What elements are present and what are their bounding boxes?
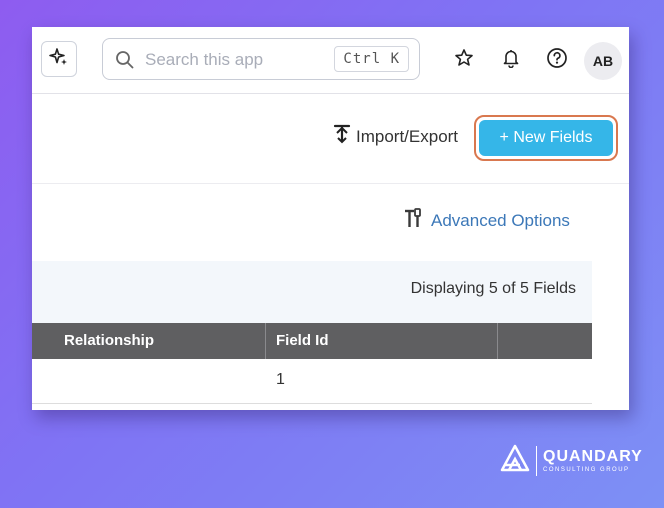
search-placeholder: Search this app — [145, 50, 264, 69]
logo-divider — [536, 445, 537, 476]
star-icon — [454, 48, 474, 73]
help-icon — [546, 47, 568, 74]
page-toolbar: Import/Export + New Fields — [32, 93, 629, 184]
import-export-icon — [332, 123, 352, 150]
help-button[interactable] — [544, 47, 570, 73]
import-export-label: Import/Export — [356, 126, 459, 146]
sparkle-icon — [49, 47, 69, 72]
logo-text: QUANDARY CONSULTING GROUP — [543, 447, 643, 473]
brand-tagline: CONSULTING GROUP — [543, 466, 630, 473]
user-avatar[interactable]: AB — [584, 42, 622, 80]
import-export-button[interactable]: Import/Export — [332, 123, 458, 150]
new-fields-button[interactable]: + New Fields — [479, 120, 613, 156]
advanced-options-link[interactable]: Advanced Options — [403, 207, 570, 234]
column-header-empty — [498, 323, 592, 359]
column-header-relationship[interactable]: Relationship — [32, 323, 266, 359]
bell-icon — [501, 48, 521, 73]
results-info-bar: Displaying 5 of 5 Fields — [32, 261, 592, 323]
display-count: Displaying 5 of 5 Fields — [410, 280, 576, 297]
avatar-initials: AB — [592, 53, 614, 69]
app-window: Search this app Ctrl K AB Import/Export … — [32, 27, 629, 410]
top-bar: Search this app Ctrl K AB — [32, 27, 629, 94]
favorite-button[interactable] — [451, 47, 477, 73]
brand-name: QUANDARY — [543, 447, 643, 465]
table-row[interactable]: 1 — [32, 359, 592, 404]
ai-assistant-button[interactable] — [41, 41, 77, 77]
quandary-logo-mark-icon — [500, 444, 530, 477]
column-header-field-id[interactable]: Field Id — [266, 323, 498, 359]
search-input[interactable]: Search this app Ctrl K — [102, 38, 420, 80]
search-icon — [115, 50, 135, 75]
tools-icon — [403, 207, 425, 234]
table-header: Relationship Field Id — [32, 323, 592, 359]
advanced-options-label: Advanced Options — [431, 210, 570, 230]
notifications-button[interactable] — [498, 47, 524, 73]
quandary-logo: QUANDARY CONSULTING GROUP — [500, 444, 643, 477]
new-fields-highlight: + New Fields — [474, 115, 618, 161]
cell-field-id: 1 — [276, 371, 285, 388]
keyboard-shortcut-badge: Ctrl K — [334, 46, 409, 72]
